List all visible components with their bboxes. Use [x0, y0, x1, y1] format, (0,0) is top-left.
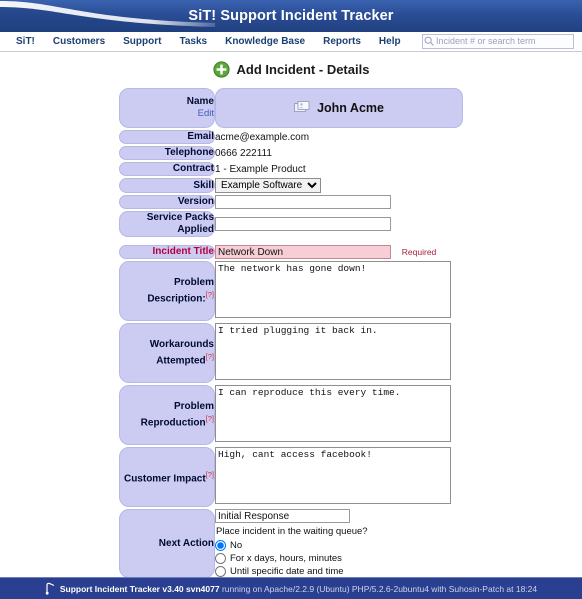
app-title: SiT! Support Incident Tracker [188, 8, 394, 24]
customer-impact-textarea[interactable]: High, cant access facebook! [215, 447, 451, 504]
footer-app-name: Support Incident Tracker [59, 583, 160, 594]
label-name-text: Name [186, 96, 214, 107]
incident-form: Name Edit John Acme Email acme@example.c… [0, 86, 582, 599]
form-row-incident-title: Incident Title Required [119, 245, 463, 259]
label-workarounds: Workarounds Attempted[?] [119, 323, 215, 383]
form-row-email: Email acme@example.com [119, 130, 463, 144]
page-title: Add Incident - Details [236, 61, 370, 77]
value-email: acme@example.com [215, 130, 463, 144]
main-navbar: SiT! Customers Support Tasks Knowledge B… [0, 32, 582, 52]
nav-item-help[interactable]: Help [370, 36, 410, 47]
label-customer-impact: Customer Impact[?] [119, 447, 215, 507]
add-plus-icon [212, 60, 230, 78]
form-row-version: Version [119, 195, 463, 209]
queue-radio-no-label[interactable]: No [230, 540, 242, 551]
label-version: Version [119, 195, 215, 209]
app-footer: Support Incident Tracker v3.40 svn4077 r… [0, 577, 582, 599]
skill-select[interactable]: Example Software [215, 178, 321, 193]
global-search[interactable]: Incident # or search term [422, 34, 574, 49]
next-action-input[interactable] [215, 509, 350, 523]
search-icon [424, 36, 434, 46]
label-skill: Skill [119, 178, 215, 193]
app-header: SiT! Support Incident Tracker [0, 0, 582, 32]
help-icon-customer-impact[interactable]: [?] [206, 470, 214, 479]
label-workarounds-line1: Workarounds [149, 338, 214, 350]
problem-description-textarea[interactable]: The network has gone down! [215, 261, 451, 318]
contact-name-cell: John Acme [215, 88, 463, 128]
incident-title-input[interactable] [215, 245, 391, 259]
workarounds-textarea[interactable]: I tried plugging it back in. [215, 323, 451, 380]
form-row-telephone: Telephone 0666 222111 [119, 146, 463, 160]
queue-radio-until-label[interactable]: Until specific date and time [230, 566, 344, 577]
label-service-packs: Service Packs Applied [119, 211, 215, 237]
label-email: Email [119, 130, 215, 144]
label-telephone: Telephone [119, 146, 215, 160]
form-row-customer-impact: Customer Impact[?] High, cant access fac… [119, 447, 463, 507]
value-telephone: 0666 222111 [215, 146, 463, 160]
nav-item-knowledge-base[interactable]: Knowledge Base [216, 36, 314, 47]
footer-text: Support Incident Tracker v3.40 svn4077 r… [60, 584, 537, 594]
required-note: Required [401, 246, 437, 257]
label-next-action: Next Action [119, 509, 215, 578]
contact-name: John Acme [317, 101, 384, 115]
footer-version: v3.40 svn4077 [162, 583, 220, 594]
contact-card-icon [294, 101, 310, 112]
label-problem-description: Problem Description:[?] [119, 261, 215, 321]
search-input-placeholder[interactable]: Incident # or search term [436, 35, 536, 48]
help-icon-workarounds[interactable]: [?] [206, 352, 214, 361]
incident-details-table: Name Edit John Acme Email acme@example.c… [119, 86, 463, 599]
nav-item-sit[interactable]: SiT! [7, 36, 44, 47]
nav-item-tasks[interactable]: Tasks [170, 36, 216, 47]
queue-radio-for-x-label[interactable]: For x days, hours, minutes [230, 553, 342, 564]
radio-row-no: No [215, 539, 463, 552]
service-packs-input[interactable] [215, 217, 391, 231]
form-row-name: Name Edit John Acme [119, 88, 463, 128]
label-problem-reproduction-line2: Reproduction [140, 417, 206, 429]
radio-row-for-x: For x days, hours, minutes [215, 552, 463, 565]
queue-question: Place incident in the waiting queue? [216, 526, 368, 537]
queue-radio-for-x[interactable] [215, 553, 226, 564]
form-row-skill: Skill Example Software [119, 178, 463, 193]
form-row-workarounds: Workarounds Attempted[?] I tried pluggin… [119, 323, 463, 383]
queue-radio-no[interactable] [215, 540, 226, 551]
queue-radio-until[interactable] [215, 566, 226, 577]
help-icon-problem-description[interactable]: [?] [206, 290, 214, 299]
help-icon-problem-reproduction[interactable]: [?] [206, 414, 214, 423]
nav-item-support[interactable]: Support [114, 36, 170, 47]
form-row-contract: Contract 1 - Example Product [119, 162, 463, 176]
label-incident-title: Incident Title [119, 245, 215, 259]
sit-footer-icon [45, 582, 55, 595]
label-contract: Contract [119, 162, 215, 176]
page-title-bar: Add Incident - Details [0, 52, 582, 86]
nav-item-customers[interactable]: Customers [44, 36, 114, 47]
nav-item-reports[interactable]: Reports [314, 36, 370, 47]
form-row-next-action: Next Action Place incident in the waitin… [119, 509, 463, 578]
value-contract: 1 - Example Product [215, 162, 463, 176]
form-row-problem-description: Problem Description:[?] The network has … [119, 261, 463, 321]
label-problem-description-text: Problem Description: [147, 276, 214, 305]
label-problem-reproduction: Problem Reproduction[?] [119, 385, 215, 445]
nav-menu: SiT! Customers Support Tasks Knowledge B… [0, 36, 410, 47]
edit-contact-link[interactable]: Edit [120, 108, 214, 120]
problem-reproduction-textarea[interactable]: I can reproduce this every time. [215, 385, 451, 442]
label-problem-reproduction-line1: Problem [173, 400, 214, 412]
form-row-problem-reproduction: Problem Reproduction[?] I can reproduce … [119, 385, 463, 445]
form-row-service-packs: Service Packs Applied [119, 211, 463, 237]
label-customer-impact-text: Customer Impact [123, 473, 206, 485]
label-name: Name Edit [119, 88, 215, 128]
label-workarounds-line2: Attempted [156, 355, 206, 367]
version-input[interactable] [215, 195, 391, 209]
footer-server-info: running on Apache/2.2.9 (Ubuntu) PHP/5.2… [219, 583, 538, 594]
